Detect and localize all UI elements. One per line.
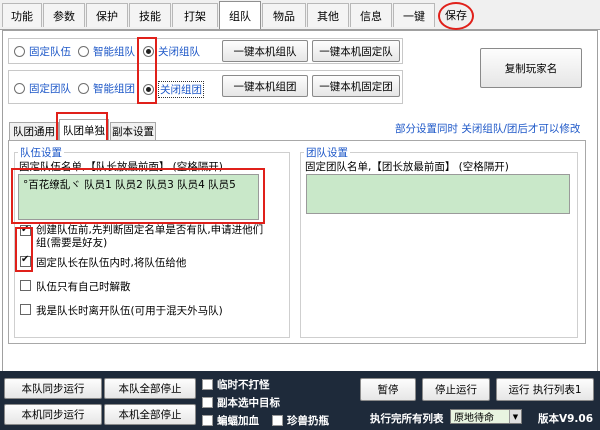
chk-bat-heal[interactable]: 蝙蝠加血 — [202, 413, 259, 428]
team-list-label: 固定队伍名单,【队长放最前面】 (空格隔开) — [19, 161, 223, 173]
tab-skills[interactable]: 技能 — [129, 3, 171, 27]
btn-local-sync-run[interactable]: 本机同步运行 — [4, 404, 102, 425]
group-list-label: 固定团队名单,【团长放最前面】 (空格隔开) — [305, 161, 509, 173]
after-action-select[interactable]: 原地待命 ▼ — [450, 409, 522, 424]
btn-onekey-local-group[interactable]: 一键本机组团 — [222, 75, 308, 97]
radio-dot — [78, 46, 89, 57]
checkbox — [20, 304, 31, 315]
tab-protect[interactable]: 保护 — [86, 3, 128, 27]
chk-rare-beast[interactable]: 珍兽扔瓶 — [272, 413, 329, 428]
checkbox — [272, 415, 283, 426]
btn-team-stop-all[interactable]: 本队全部停止 — [104, 378, 196, 399]
tab-function[interactable]: 功能 — [2, 3, 42, 27]
checkbox — [20, 254, 31, 267]
tab-fight[interactable]: 打架 — [172, 3, 218, 27]
checkbox — [20, 280, 31, 291]
tab-onekey[interactable]: 一键 — [393, 3, 435, 27]
tab-items[interactable]: 物品 — [262, 3, 306, 27]
tab-team[interactable]: 组队 — [219, 1, 261, 29]
radio-dot — [78, 83, 89, 94]
main-tab-bar: 功能 参数 保护 技能 打架 组队 物品 其他 信息 一键 保存 — [0, 0, 600, 30]
radio-dot-selected — [143, 84, 154, 95]
btn-onekey-local-fixed-group[interactable]: 一键本机固定团 — [312, 75, 400, 97]
radio-close-group[interactable]: 关闭组团 — [143, 81, 204, 98]
group-settings-legend: 团队设置 — [304, 145, 350, 160]
team-settings-legend: 队伍设置 — [18, 145, 64, 160]
chk-check-fixed-list[interactable]: 创建队伍前,先判断固定名单是否有队,申请进他们组(需要是好友) — [20, 223, 270, 250]
btn-stop-run[interactable]: 停止运行 — [422, 378, 490, 401]
chk-give-leader[interactable]: 固定队长在队伍内时,将队伍给他 — [20, 254, 186, 270]
radio-fixed-team[interactable]: 固定队伍 — [14, 44, 71, 59]
btn-team-sync-run[interactable]: 本队同步运行 — [4, 378, 102, 399]
chk-leave-as-leader[interactable]: 我是队长时离开队伍(可用于混天外马队) — [20, 303, 223, 318]
btn-onekey-local-fixed-team[interactable]: 一键本机固定队 — [312, 40, 400, 62]
chevron-down-icon: ▼ — [509, 410, 521, 423]
btn-pause[interactable]: 暂停 — [360, 378, 416, 401]
chk-disband-alone[interactable]: 队伍只有自己时解散 — [20, 279, 131, 294]
btn-local-stop-all[interactable]: 本机全部停止 — [104, 404, 196, 425]
after-all-label: 执行完所有列表 — [370, 413, 444, 425]
radio-fixed-group[interactable]: 固定团队 — [14, 81, 71, 96]
radio-dot — [14, 46, 25, 57]
radio-smart-team[interactable]: 智能组队 — [78, 44, 135, 59]
tab-params[interactable]: 参数 — [43, 3, 85, 27]
checkbox — [202, 379, 213, 390]
subtab-instance[interactable]: 副本设置 — [110, 122, 156, 140]
checkbox — [20, 223, 31, 236]
tab-other[interactable]: 其他 — [307, 3, 349, 27]
notice-text: 部分设置同时 关闭组队/团后才可以修改 — [395, 123, 581, 135]
chk-no-fight[interactable]: 临时不打怪 — [202, 377, 270, 392]
checkbox — [202, 415, 213, 426]
group-list-input[interactable] — [306, 174, 570, 214]
tab-info[interactable]: 信息 — [350, 3, 392, 27]
btn-onekey-local-team[interactable]: 一键本机组队 — [222, 40, 308, 62]
radio-dot-selected — [143, 46, 154, 57]
btn-copy-player-name[interactable]: 复制玩家名 — [480, 48, 582, 88]
version-label: 版本V9.06 — [538, 413, 594, 425]
subtab-team-common[interactable]: 队团通用 — [9, 122, 59, 140]
team-list-input[interactable]: °百花缭乱ヾ 队员1 队员2 队员3 队员4 队员5 — [18, 174, 259, 220]
checkbox — [202, 397, 213, 408]
radio-close-team[interactable]: 关闭组队 — [143, 44, 200, 59]
tab-save[interactable]: 保存 — [436, 3, 476, 27]
radio-dot — [14, 83, 25, 94]
subtab-team-single[interactable]: 队团单独 — [59, 119, 109, 141]
chk-instance-target[interactable]: 副本选中目标 — [202, 395, 280, 410]
radio-smart-group[interactable]: 智能组团 — [78, 81, 135, 96]
btn-run-list[interactable]: 运行 执行列表1 — [496, 378, 594, 401]
